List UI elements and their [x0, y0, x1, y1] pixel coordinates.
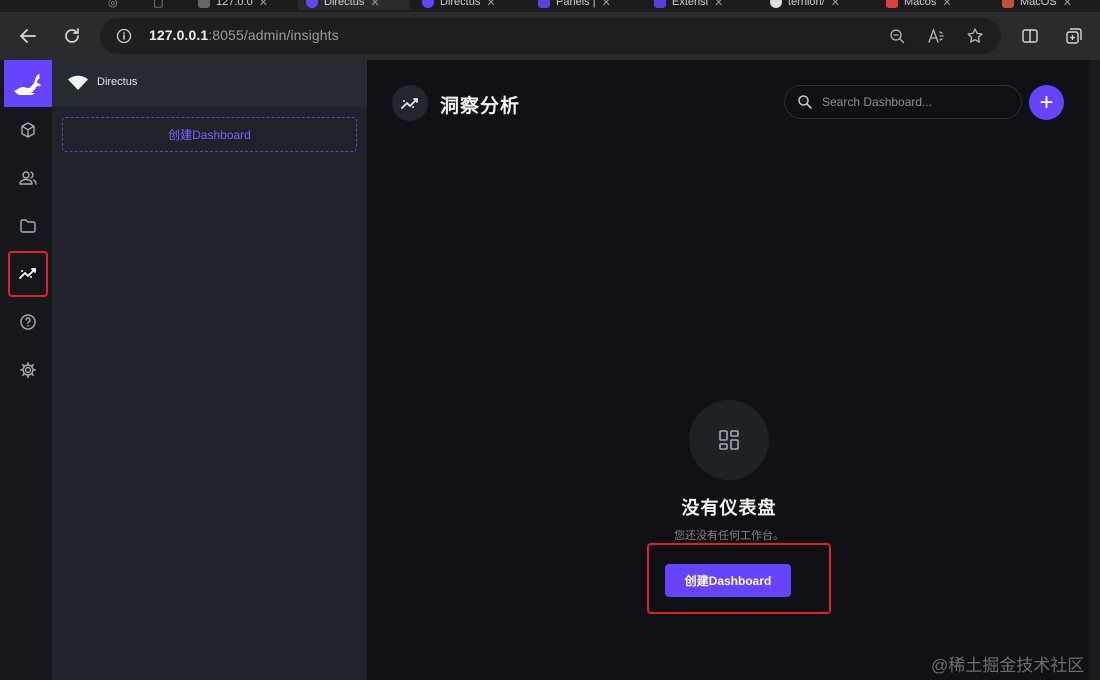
- tab-4[interactable]: Panels | ✕: [530, 0, 642, 10]
- tab-label: Directus: [440, 0, 481, 8]
- main-content: 洞察分析 + 没有仪表盘 您还没有任何工作台。 创建Dashboard: [367, 60, 1089, 680]
- empty-state-title: 没有仪表盘: [681, 498, 777, 518]
- empty-state-subtitle: 您还没有任何工作台。: [674, 530, 784, 542]
- help-module-button[interactable]: [8, 302, 48, 342]
- close-icon[interactable]: ✕: [602, 0, 611, 9]
- tab-icon-left-2[interactable]: ▢: [145, 0, 175, 10]
- split-screen-icon: [1022, 29, 1038, 43]
- collections-button[interactable]: [1062, 24, 1086, 48]
- tab-1[interactable]: 127.0.0 ✕: [190, 0, 290, 10]
- header-icon: [392, 85, 428, 121]
- tab-label: Panels |: [556, 0, 596, 8]
- directus-app: Directus 创建Dashboard 洞察分析 + 没有仪表盘 您还没有任何…: [0, 60, 1100, 680]
- highlight-box-create: [647, 543, 831, 614]
- empty-state-icon: [689, 400, 769, 480]
- folder-icon: [20, 219, 36, 233]
- page-title: 洞察分析: [440, 96, 521, 117]
- tab-favicon: [1002, 0, 1014, 8]
- tab-label: Extensi: [672, 0, 709, 8]
- search-input[interactable]: [822, 86, 1012, 118]
- plus-icon: +: [1039, 88, 1054, 116]
- close-icon[interactable]: ✕: [942, 0, 951, 9]
- scrollbar-area[interactable]: [1089, 60, 1100, 680]
- split-screen-button[interactable]: [1018, 24, 1042, 48]
- tab-3[interactable]: Directus ✕: [414, 0, 526, 10]
- directus-favicon: [306, 0, 318, 8]
- users-icon: [19, 171, 37, 185]
- address-bar[interactable]: 127.0.0.1:8055/admin/insights: [100, 18, 1001, 54]
- tab-8[interactable]: MacOS ✕: [994, 0, 1100, 10]
- github-favicon: [770, 0, 782, 8]
- insights-trending-icon: [401, 98, 418, 109]
- highlight-box-insights: [8, 251, 48, 297]
- tab-2[interactable]: Directus ✕: [298, 0, 410, 10]
- close-icon[interactable]: ✕: [486, 0, 495, 9]
- favorite-star-icon[interactable]: [966, 27, 984, 45]
- directus-logo[interactable]: [4, 60, 52, 107]
- back-arrow-icon: [20, 29, 36, 43]
- files-module-button[interactable]: [8, 206, 48, 246]
- tab-label: ternion/: [788, 0, 825, 8]
- zoom-icon[interactable]: [888, 27, 906, 45]
- tab-label: Directus: [324, 0, 365, 8]
- tab-favicon: [886, 0, 898, 8]
- close-icon[interactable]: ✕: [370, 0, 379, 9]
- url-text: 127.0.0.1:8055/admin/insights: [149, 27, 339, 43]
- reload-icon: [65, 28, 79, 43]
- tab-favicon: [654, 0, 666, 8]
- cube-icon: [21, 122, 35, 138]
- browser-tab-strip: ◎ ▢ 127.0.0 ✕ Directus ✕ Directus ✕ Pane…: [0, 0, 1100, 12]
- directus-favicon: [422, 0, 434, 8]
- site-info-icon[interactable]: [116, 28, 132, 49]
- content-module-button[interactable]: [8, 110, 48, 150]
- tab-5[interactable]: Extensi ✕: [646, 0, 758, 10]
- users-module-button[interactable]: [8, 158, 48, 198]
- tab-label: 127.0.0: [216, 0, 253, 8]
- tab-label: MacOS: [1020, 0, 1057, 8]
- gear-icon: [20, 362, 36, 378]
- close-icon[interactable]: ✕: [714, 0, 723, 9]
- url-host: 127.0.0.1: [149, 27, 209, 43]
- tab-label: Macos: [904, 0, 937, 8]
- reload-button[interactable]: [60, 24, 84, 48]
- search-icon: [798, 95, 812, 109]
- navigation-panel: Directus 创建Dashboard: [52, 60, 367, 680]
- help-icon: [20, 314, 36, 330]
- read-aloud-icon[interactable]: [927, 27, 945, 45]
- url-path: :8055/admin/insights: [208, 27, 339, 43]
- tab-7[interactable]: Macos ✕: [878, 0, 990, 10]
- dashboard-grid-icon: [719, 430, 739, 450]
- back-button[interactable]: [16, 24, 40, 48]
- tab-icon-left[interactable]: ◎: [100, 0, 135, 10]
- settings-module-button[interactable]: [8, 350, 48, 390]
- tab-favicon: [538, 0, 550, 8]
- close-icon[interactable]: ✕: [259, 0, 268, 9]
- create-dashboard-sidebar-button[interactable]: 创建Dashboard: [62, 117, 357, 152]
- browser-toolbar: 127.0.0.1:8055/admin/insights: [0, 12, 1100, 60]
- tab-favicon: [198, 0, 210, 8]
- search-box[interactable]: [784, 85, 1022, 119]
- project-name: Directus: [97, 76, 138, 88]
- watermark-text: @稀土掘金技术社区: [931, 656, 1085, 675]
- collections-icon: [1066, 28, 1082, 44]
- close-icon[interactable]: ✕: [1063, 0, 1072, 9]
- tab-6[interactable]: ternion/ ✕: [762, 0, 874, 10]
- close-icon[interactable]: ✕: [831, 0, 840, 9]
- wifi-icon: [68, 75, 88, 90]
- module-bar: [0, 60, 52, 680]
- project-header[interactable]: Directus: [52, 60, 367, 107]
- rabbit-logo-icon: [14, 73, 41, 95]
- add-dashboard-button[interactable]: +: [1029, 85, 1064, 120]
